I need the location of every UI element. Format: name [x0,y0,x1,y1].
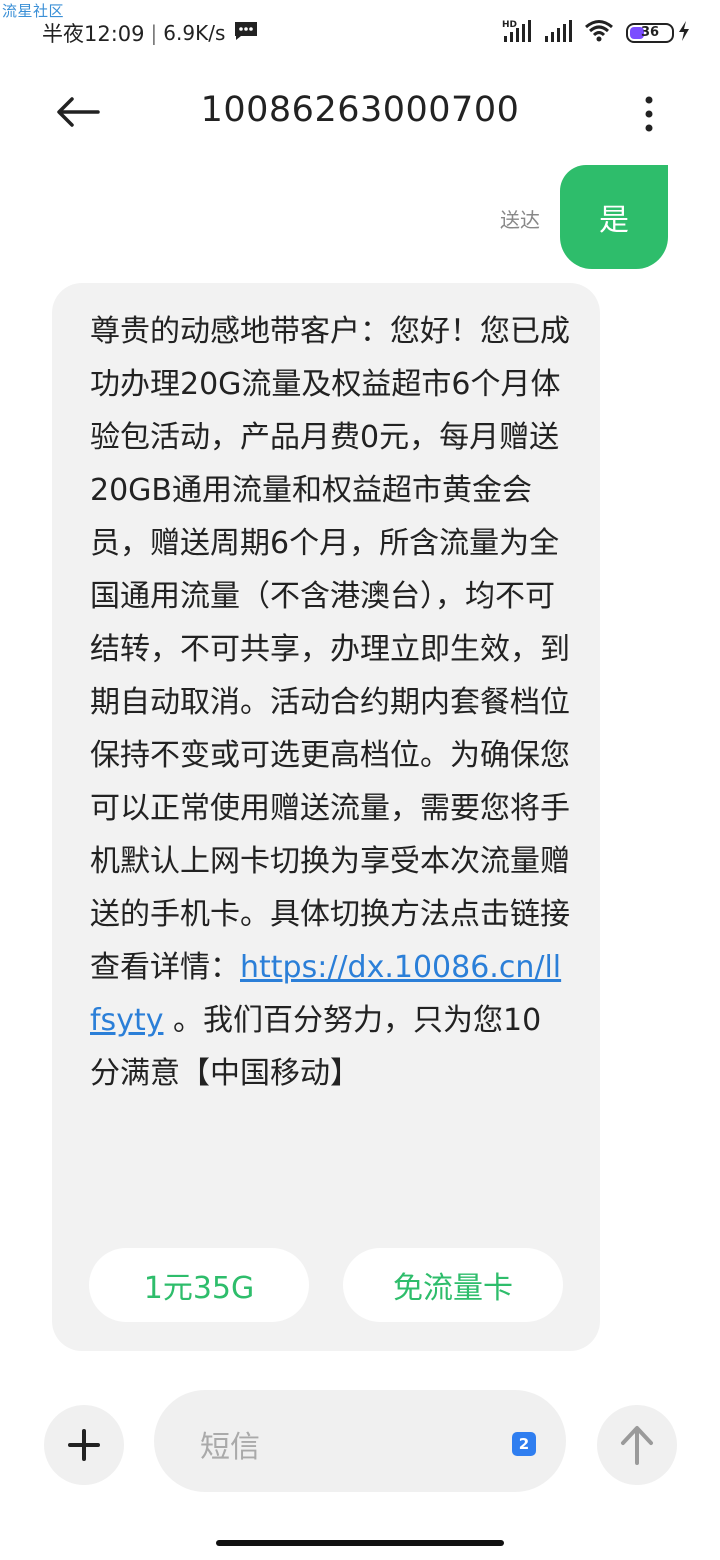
quick-reply-1yuan-35g[interactable]: 1元35G [89,1248,309,1322]
wifi-icon [584,19,614,47]
quick-reply-free-data-card[interactable]: 免流量卡 [343,1248,563,1322]
message-icon [233,20,259,47]
status-left: 半夜12:09 | 6.9K/s [42,18,259,48]
received-message-text: 尊贵的动感地带客户：您好！您已成功办理20G流量及权益超市6个月体验包活动，产品… [90,305,570,1100]
svg-text:HD: HD [502,20,517,30]
sms-conversation-screen: 流星社区 半夜12:09 | 6.9K/s HD 36 100862630007… [0,0,720,1560]
more-vertical-icon [645,96,653,132]
plus-icon [68,1429,100,1461]
message-input[interactable]: 短信 2 [154,1390,566,1492]
delivery-status: 送达 [500,208,540,232]
battery-icon: 36 [626,23,674,43]
back-arrow-icon [57,97,100,127]
more-options-button[interactable] [634,90,664,138]
status-separator: | [150,21,158,45]
battery-level: 36 [640,25,660,40]
app-bar: 10086263000700 [0,68,720,158]
message-body: 尊贵的动感地带客户：您好！您已成功办理20G流量及权益超市6个月体验包活动，产品… [90,314,570,985]
status-time: 半夜12:09 [42,22,145,46]
home-indicator[interactable] [216,1540,504,1546]
conversation-title: 10086263000700 [200,90,520,130]
network-speed: 6.9K/s [163,21,226,45]
back-button[interactable] [52,88,104,136]
charging-icon [678,20,690,46]
input-placeholder: 短信 [200,1430,260,1465]
status-right: HD 36 [502,18,690,48]
send-button[interactable] [597,1405,677,1485]
hd-signal-icon: HD [502,18,532,48]
signal-icon [544,19,572,47]
sim-card-badge[interactable]: 2 [512,1432,536,1456]
add-attachment-button[interactable] [44,1405,124,1485]
sent-message-bubble[interactable]: 是 [560,165,668,269]
received-message-bubble[interactable]: 尊贵的动感地带客户：您好！您已成功办理20G流量及权益超市6个月体验包活动，产品… [52,283,600,1351]
send-arrow-icon [621,1426,653,1465]
status-bar: 半夜12:09 | 6.9K/s HD 36 [0,14,720,54]
